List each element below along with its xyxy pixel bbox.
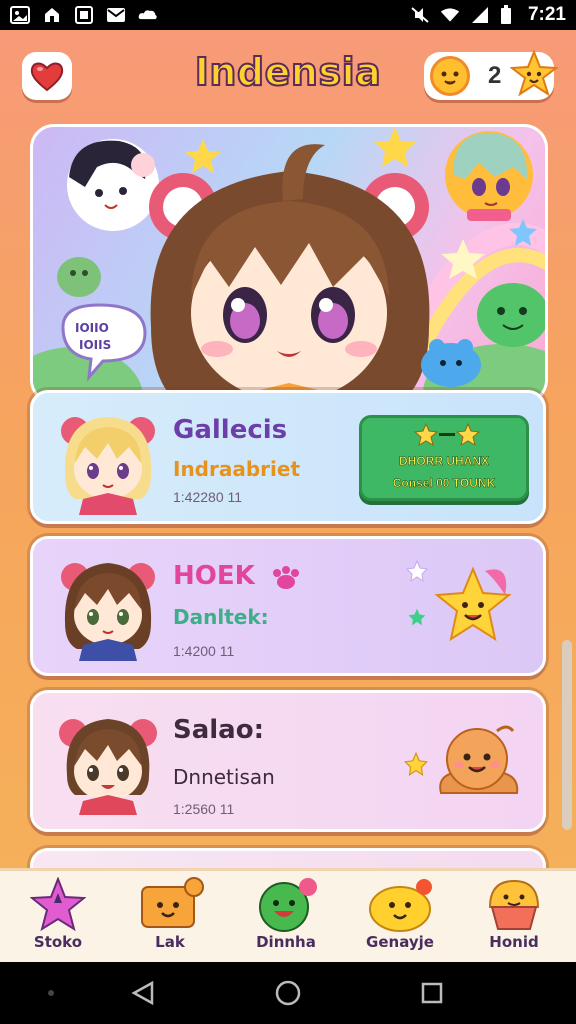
back-icon[interactable]: [130, 980, 156, 1006]
nav-item-dinnha[interactable]: Dinnha: [236, 875, 336, 961]
nav-item-genayje[interactable]: Genayje: [350, 875, 450, 961]
cupcake-icon: [488, 879, 540, 930]
nav-label: Stoko: [33, 933, 83, 951]
card-meta: 1:2560 11: [173, 801, 235, 817]
card-subtitle: Danltek:: [173, 605, 269, 629]
list-item[interactable]: HOEK Danltek: 1:4200 11: [30, 536, 546, 676]
app-icon: [75, 6, 93, 24]
star-icon: [404, 751, 428, 776]
nav-label: Lak: [155, 933, 185, 951]
card-meta: 1:42280 11: [173, 489, 243, 505]
sparkle-icon: [405, 559, 429, 583]
nav-label: Dinnha: [256, 933, 316, 951]
green-blob-icon: [259, 878, 317, 932]
bottom-nav: Stoko Lak Dinnha Genayje Honid: [0, 868, 576, 962]
nav-item-lak[interactable]: Lak: [120, 875, 220, 961]
app-screen: Indensia 2 IOIIO IOIIS Gallecis Indraabr…: [0, 30, 576, 962]
paw-icon: [273, 566, 299, 589]
list-item[interactable]: Salao: Dnnetisan 1:2560 11: [30, 690, 546, 832]
status-time: 7:21: [527, 4, 566, 25]
svg-text:IOIIO: IOIIO: [75, 321, 109, 335]
system-nav-bar: [0, 962, 576, 1024]
app-notification-icon: [45, 8, 59, 22]
reward-button[interactable]: DHORR UHANX Consel 00 TOUNK: [359, 415, 529, 501]
card-name: Gallecis: [173, 415, 288, 445]
card-name: Salao:: [173, 715, 264, 745]
boy-avatar: [59, 719, 157, 815]
nav-label: Honid: [489, 933, 539, 951]
reward-line-2: Consel 00 TOUNK: [392, 476, 496, 491]
reward-line-1: DHORR UHANX: [399, 454, 490, 469]
wifi-icon: [440, 8, 460, 22]
svg-text:IOIIS: IOIIS: [79, 338, 111, 352]
star-badge-icon: [30, 877, 86, 932]
muted-icon: [411, 7, 429, 23]
cloud-icon: [138, 10, 157, 20]
letter-box-icon: [141, 877, 204, 928]
photo-icon: [10, 6, 30, 24]
card-subtitle: Indraabriet: [173, 457, 301, 481]
dot-icon: [48, 990, 54, 996]
sparkle-icon: [408, 608, 426, 626]
card-meta: 1:4200 11: [173, 643, 235, 659]
blonde-girl-avatar: [61, 417, 155, 515]
coin-face-icon: [430, 56, 470, 96]
scrollbar[interactable]: [562, 640, 572, 830]
status-right: 7:21: [410, 4, 566, 26]
recents-icon[interactable]: [420, 981, 444, 1005]
nav-item-honid[interactable]: Honid: [464, 875, 564, 961]
nav-label: Genayje: [366, 933, 434, 951]
hero-illustration: IOIIO IOIIS: [33, 127, 545, 401]
nav-item-stoko[interactable]: Stoko: [8, 875, 108, 961]
yellow-chick-icon: [369, 879, 432, 932]
card-name: HOEK: [173, 561, 255, 591]
hero-banner[interactable]: IOIIO IOIIS: [30, 124, 548, 404]
coin-count: 2: [488, 62, 502, 89]
star-mascot-icon: [510, 50, 558, 97]
home-icon[interactable]: [274, 979, 302, 1007]
brunette-girl-avatar: [61, 563, 155, 661]
status-bar: 7:21: [0, 0, 576, 30]
header: Indensia 2: [0, 30, 576, 120]
mail-icon: [107, 8, 125, 22]
smiling-star-mascot-icon: [434, 566, 512, 642]
list-item[interactable]: Gallecis Indraabriet 1:42280 11 DHORR UH…: [30, 390, 546, 524]
battery-icon: [500, 5, 511, 24]
stars-icon: [413, 422, 481, 447]
coin-counter[interactable]: 2: [424, 50, 558, 100]
card-subtitle: Dnnetisan: [173, 765, 275, 789]
snail-mascot-icon: [439, 725, 519, 794]
status-left: [10, 6, 158, 24]
signal-icon: [471, 7, 488, 23]
